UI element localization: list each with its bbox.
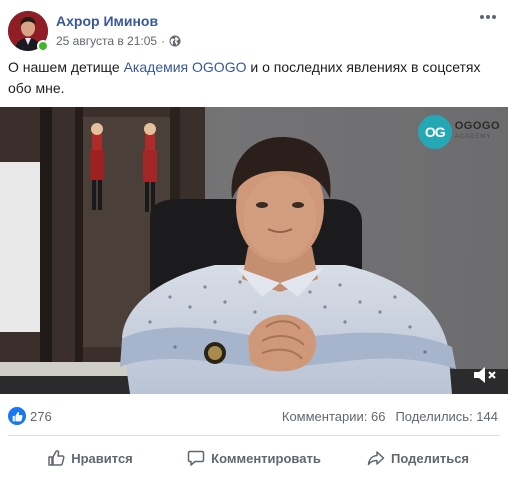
post-card: Ахрор Иминов 25 августа в 21:05 · О наше… [0, 0, 508, 479]
comments-count[interactable]: Комментарии: 66 [282, 409, 386, 424]
video-frame [0, 107, 508, 394]
post-text: О нашем детище Академия OGOGO и о послед… [8, 57, 500, 99]
online-status-indicator [37, 40, 49, 52]
post-stats: Комментарии: 66 Поделились: 144 [282, 409, 498, 424]
author-name[interactable]: Ахрор Иминов [56, 12, 158, 30]
comment-icon [187, 450, 205, 466]
post-text-before: О нашем детище [8, 59, 124, 75]
academy-link[interactable]: Академия OGOGO [124, 59, 247, 75]
reaction-count: 276 [30, 408, 52, 424]
mute-icon[interactable] [472, 364, 498, 386]
ogogo-logo: OG OGOGO ACADEMY [417, 115, 500, 149]
reactions-summary[interactable]: 276 [8, 406, 52, 426]
avatar[interactable] [8, 11, 49, 52]
meta-separator: · [161, 34, 166, 48]
like-reaction-icon [8, 407, 26, 425]
share-button-label: Поделиться [390, 450, 470, 466]
comment-button[interactable]: Комментировать [172, 441, 336, 475]
comment-button-label: Комментировать [211, 450, 321, 466]
logo-line2: ACADEMY [454, 134, 492, 140]
share-button[interactable]: Поделиться [336, 441, 500, 475]
logo-mark: OG [417, 115, 452, 149]
video-player[interactable]: OG OGOGO ACADEMY [0, 107, 508, 394]
thumbs-up-icon [48, 450, 65, 466]
shares-count[interactable]: Поделились: 144 [395, 409, 498, 424]
post-meta: 25 августа в 21:05 · [56, 33, 181, 49]
post-timestamp[interactable]: 25 августа в 21:05 [56, 33, 157, 49]
globe-icon [169, 35, 181, 47]
action-bar: Нравится Комментировать Поделиться [8, 441, 500, 475]
like-button[interactable]: Нравится [8, 441, 172, 475]
logo-line1: OGOGO [454, 120, 500, 132]
like-button-label: Нравится [71, 450, 133, 466]
more-options-icon[interactable] [478, 9, 498, 25]
share-icon [367, 451, 385, 466]
divider [8, 435, 500, 436]
